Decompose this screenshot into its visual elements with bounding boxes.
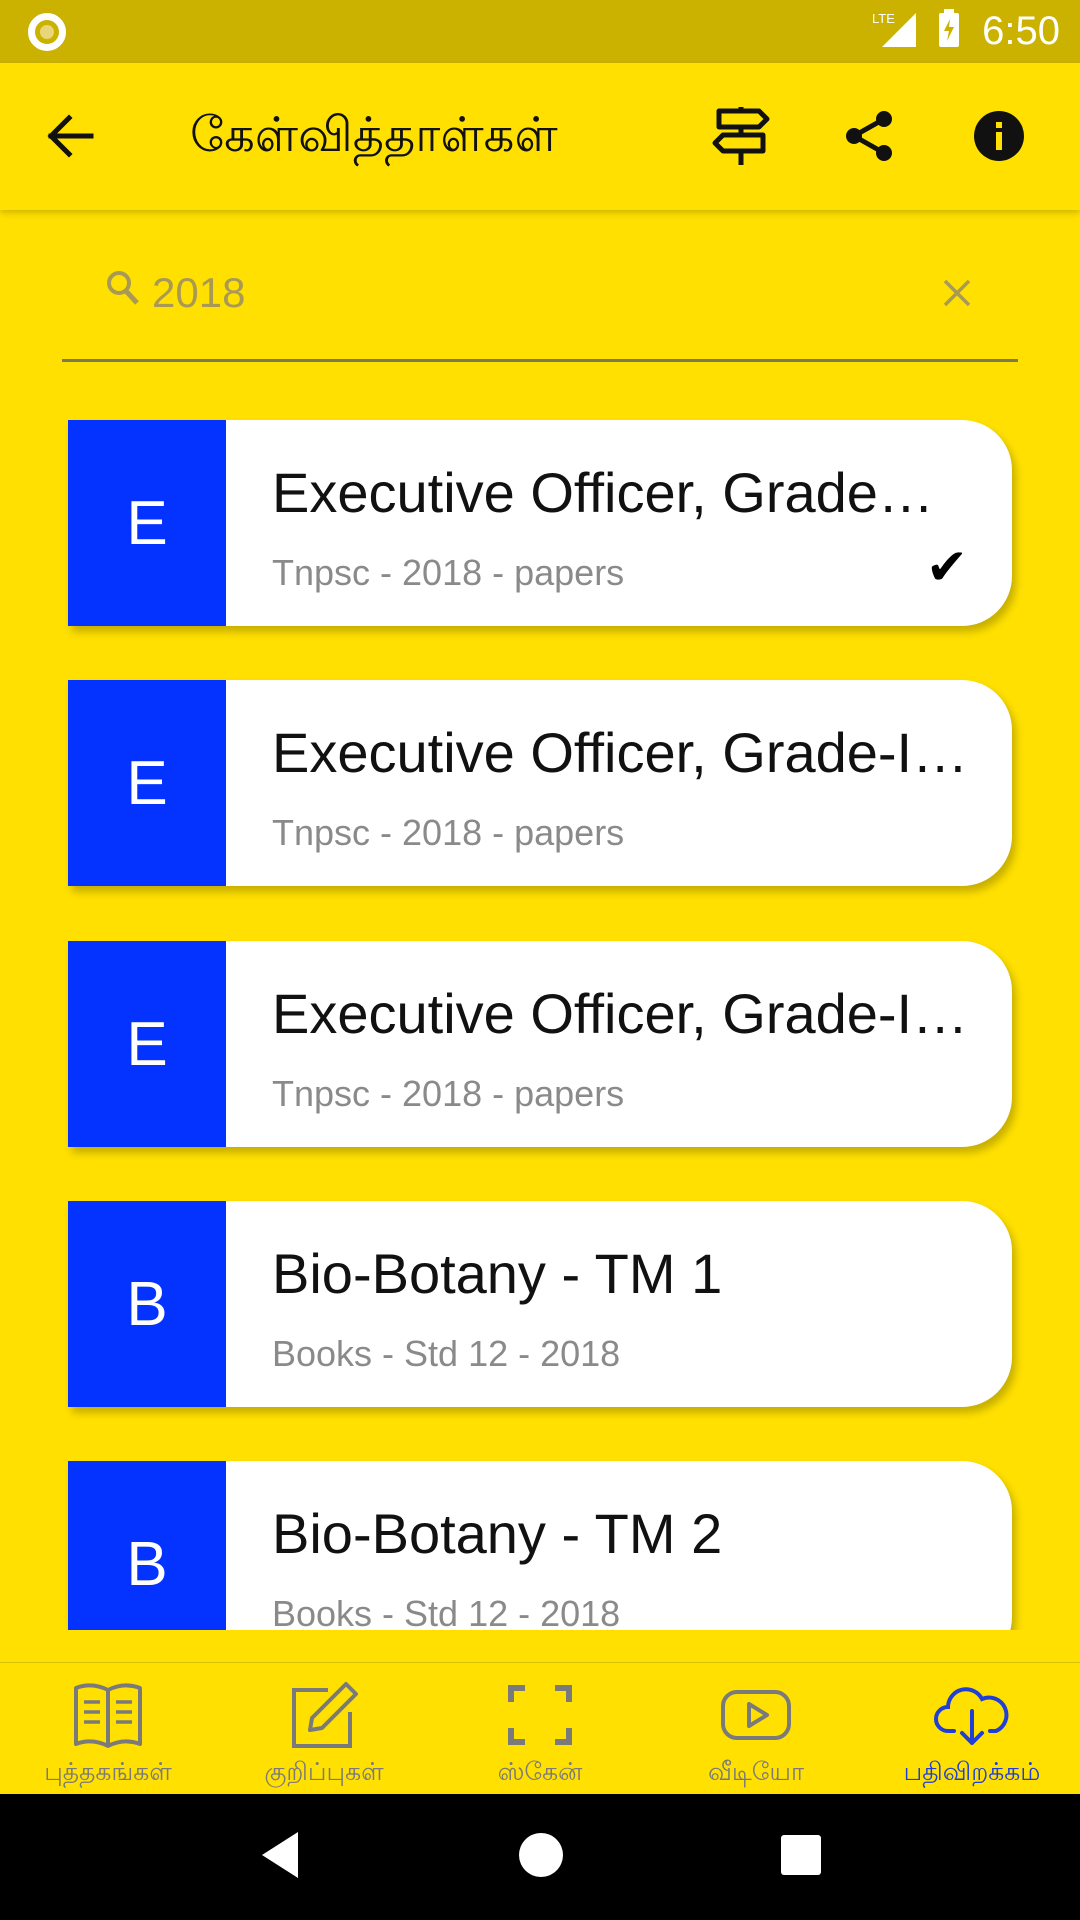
signal-icon: LTE: [872, 9, 917, 54]
page-title: கேள்வித்தாள்கள்: [190, 107, 558, 163]
item-title: Executive Officer, Grade…: [272, 461, 934, 524]
nav-item-download[interactable]: பதிவிறக்கம்: [864, 1663, 1080, 1794]
share-icon[interactable]: [834, 101, 904, 171]
nav-item-scan[interactable]: ஸ்கேன்: [432, 1663, 648, 1794]
item-letter-badge: B: [68, 1201, 226, 1407]
info-icon[interactable]: [964, 101, 1034, 171]
search-bar: [62, 240, 1018, 362]
list-item[interactable]: B Bio-Botany - TM 2 Books - Std 12 - 201…: [68, 1461, 1012, 1630]
signpost-icon[interactable]: [706, 101, 776, 171]
system-nav-bar: [0, 1794, 1080, 1920]
item-title: Bio-Botany - TM 2: [272, 1502, 723, 1565]
item-subtitle: Books - Std 12 - 2018: [272, 1333, 621, 1374]
status-right: LTE 6:50: [872, 9, 1060, 54]
nav-label: வீடியோ: [707, 1757, 805, 1786]
home-icon[interactable]: [518, 1832, 564, 1883]
app-bar: கேள்வித்தாள்கள்: [0, 63, 1080, 210]
item-title: Executive Officer, Grade-I…: [272, 721, 969, 784]
bottom-nav: புத்தகங்கள் குறிப்புகள் ஸ்கேன் வீடியோ பத…: [0, 1662, 1080, 1794]
clear-icon[interactable]: [932, 268, 982, 318]
list-item[interactable]: E Executive Officer, Grade-I… Tnpsc - 20…: [68, 941, 1012, 1147]
svg-text:LTE: LTE: [872, 11, 895, 26]
status-time: 6:50: [982, 9, 1060, 53]
nav-label: குறிப்புகள்: [264, 1757, 384, 1786]
search-input[interactable]: [152, 258, 852, 328]
item-subtitle: Tnpsc - 2018 - papers: [272, 552, 625, 593]
list-item[interactable]: E Executive Officer, Grade… Tnpsc - 2018…: [68, 420, 1012, 626]
item-title: Executive Officer, Grade-I…: [272, 982, 969, 1045]
nav-item-notes[interactable]: குறிப்புகள்: [216, 1663, 432, 1794]
battery-charging-icon: [936, 9, 962, 54]
book-icon: [70, 1677, 146, 1753]
item-letter-badge: B: [68, 1461, 226, 1630]
recents-icon[interactable]: [780, 1834, 822, 1881]
item-letter-badge: E: [68, 420, 226, 626]
scan-icon: [502, 1677, 578, 1753]
list-item[interactable]: E Executive Officer, Grade-I… Tnpsc - 20…: [68, 680, 1012, 886]
item-letter-badge: E: [68, 941, 226, 1147]
cloud-download-icon: [934, 1677, 1010, 1753]
item-subtitle: Tnpsc - 2018 - papers: [272, 1073, 625, 1114]
status-left: [28, 12, 66, 51]
nav-item-video[interactable]: வீடியோ: [648, 1663, 864, 1794]
item-subtitle: Books - Std 12 - 2018: [272, 1593, 621, 1630]
check-icon: ✔: [926, 538, 968, 596]
paper-list: E Executive Officer, Grade… Tnpsc - 2018…: [0, 380, 1080, 1630]
record-icon: [28, 12, 66, 51]
nav-label: புத்தகங்கள்: [44, 1757, 172, 1786]
status-bar: LTE 6:50: [0, 0, 1080, 63]
nav-label: பதிவிறக்கம்: [903, 1757, 1041, 1786]
back-arrow-icon[interactable]: [36, 101, 106, 171]
item-subtitle: Tnpsc - 2018 - papers: [272, 812, 625, 853]
nav-label: ஸ்கேன்: [497, 1757, 583, 1786]
list-item[interactable]: B Bio-Botany - TM 1 Books - Std 12 - 201…: [68, 1201, 1012, 1407]
video-icon: [718, 1677, 794, 1753]
item-title: Bio-Botany - TM 1: [272, 1242, 723, 1305]
nav-item-books[interactable]: புத்தகங்கள்: [0, 1663, 216, 1794]
item-letter-badge: E: [68, 680, 226, 886]
edit-icon: [286, 1677, 362, 1753]
search-icon: [106, 270, 140, 311]
back-icon[interactable]: [258, 1830, 302, 1885]
